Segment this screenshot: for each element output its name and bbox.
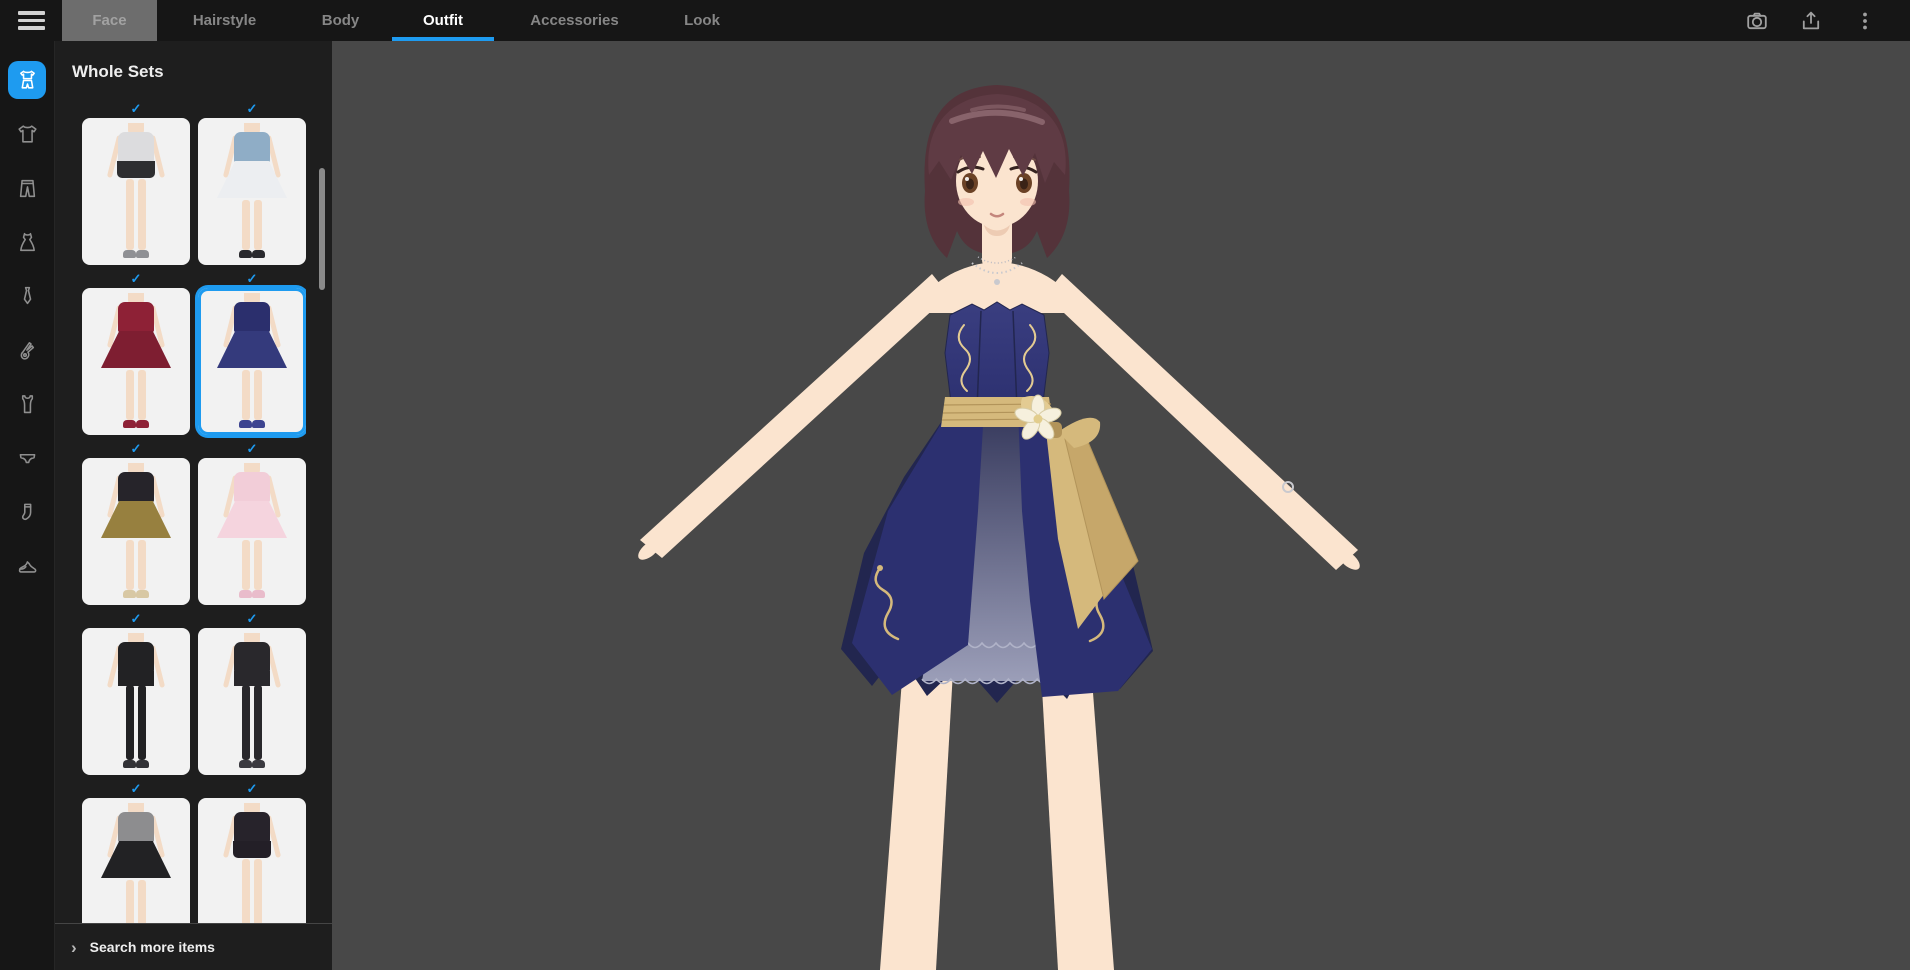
kebab-menu-icon xyxy=(1853,9,1877,33)
outfit-grid: ✓ ✓ ✓ ✓ ✓ ✓ ✓ ✓ ✓ ✓ xyxy=(82,101,306,923)
category-legwear[interactable] xyxy=(8,493,46,531)
top-toolbar: Face Hairstyle Body Outfit Accessories L… xyxy=(0,0,1910,41)
tab-accessories[interactable]: Accessories xyxy=(497,0,652,41)
outfit-thumbnail[interactable] xyxy=(198,118,306,265)
whole-set-icon xyxy=(15,68,40,93)
pants-icon xyxy=(15,176,40,201)
category-rail xyxy=(0,41,55,970)
outfit-item-butler-suit-set[interactable]: ✓ xyxy=(82,101,190,265)
category-shoes[interactable] xyxy=(8,547,46,585)
shoe-icon xyxy=(15,554,40,579)
category-inner-wear[interactable] xyxy=(8,385,46,423)
panel-scrollbar[interactable] xyxy=(319,168,325,290)
chevron-right-icon: › xyxy=(71,939,77,956)
item-check-icon: ✓ xyxy=(82,101,190,116)
blush-right xyxy=(1020,198,1036,206)
hamburger-icon xyxy=(18,11,45,30)
outfit-thumbnail[interactable] xyxy=(82,628,190,775)
camera-button[interactable] xyxy=(1739,3,1775,39)
search-more-items[interactable]: › Search more items xyxy=(55,923,332,970)
outfit-item-navy-gold-evening-dress[interactable]: ✓ xyxy=(198,271,306,435)
tab-body[interactable]: Body xyxy=(292,0,389,41)
pendant xyxy=(994,279,1000,285)
item-check-icon: ✓ xyxy=(198,781,306,796)
tab-hairstyle[interactable]: Hairstyle xyxy=(157,0,292,41)
category-underwear[interactable] xyxy=(8,439,46,477)
camera-icon xyxy=(1745,9,1769,33)
outfit-thumbnail[interactable] xyxy=(198,458,306,605)
outfit-item-pink-frill-dress[interactable]: ✓ xyxy=(198,441,306,605)
outfit-thumbnail[interactable] xyxy=(82,798,190,923)
category-whole-sets[interactable] xyxy=(8,61,46,99)
more-options-button[interactable] xyxy=(1847,3,1883,39)
necktie-icon xyxy=(15,284,40,309)
outfit-thumbnail[interactable] xyxy=(82,458,190,605)
bodice xyxy=(945,302,1049,411)
tab-face[interactable]: Face xyxy=(62,0,157,41)
outfit-item-gray-dress-black-jacket[interactable]: ✓ xyxy=(82,781,190,923)
export-icon xyxy=(1799,9,1823,33)
outfit-item-alice-blue-maid-dress[interactable]: ✓ xyxy=(198,101,306,265)
category-neckwear[interactable] xyxy=(8,277,46,315)
tab-outfit[interactable]: Outfit xyxy=(389,0,497,41)
sock-icon xyxy=(15,500,40,525)
item-check-icon: ✓ xyxy=(198,271,306,286)
left-leg xyxy=(880,653,954,970)
glove-icon xyxy=(15,338,40,363)
outfit-item-black-bodysuit[interactable]: ✓ xyxy=(82,611,190,775)
export-button[interactable] xyxy=(1793,3,1829,39)
outfit-item-black-gold-cocktail-dress[interactable]: ✓ xyxy=(82,441,190,605)
topbar-actions xyxy=(1739,0,1910,41)
tank-top-icon xyxy=(15,392,40,417)
outfit-thumbnail[interactable] xyxy=(198,628,306,775)
category-gloves[interactable] xyxy=(8,331,46,369)
outfit-thumbnail[interactable] xyxy=(82,288,190,435)
outfit-item-black-tactical-set[interactable]: ✓ xyxy=(198,611,306,775)
category-tops[interactable] xyxy=(8,115,46,153)
item-check-icon: ✓ xyxy=(82,781,190,796)
tab-look[interactable]: Look xyxy=(652,0,752,41)
search-more-label: Search more items xyxy=(90,939,215,955)
dress-icon xyxy=(15,230,40,255)
filigree-dot-left xyxy=(877,565,883,571)
item-check-icon: ✓ xyxy=(198,441,306,456)
character-preview xyxy=(332,41,1910,970)
menu-button[interactable] xyxy=(0,0,62,41)
item-check-icon: ✓ xyxy=(82,611,190,626)
item-check-icon: ✓ xyxy=(198,611,306,626)
outfit-thumbnail[interactable] xyxy=(82,118,190,265)
blush-left xyxy=(958,198,974,206)
underwear-icon xyxy=(15,446,40,471)
outfit-thumbnail[interactable] xyxy=(198,798,306,923)
category-bottoms[interactable] xyxy=(8,169,46,207)
outfit-thumbnail[interactable] xyxy=(198,288,306,435)
character-viewport[interactable] xyxy=(332,41,1910,970)
outfit-item-crimson-party-dress[interactable]: ✓ xyxy=(82,271,190,435)
right-leg xyxy=(1040,653,1114,970)
whole-sets-panel: Whole Sets ✓ ✓ ✓ ✓ ✓ ✓ ✓ ✓ ✓ ✓ › Search … xyxy=(55,41,332,970)
panel-title: Whole Sets xyxy=(72,62,332,82)
item-check-icon: ✓ xyxy=(82,271,190,286)
shirt-icon xyxy=(15,122,40,147)
item-check-icon: ✓ xyxy=(198,101,306,116)
outfit-item-black-red-noble-set[interactable]: ✓ xyxy=(198,781,306,923)
category-one-piece[interactable] xyxy=(8,223,46,261)
item-check-icon: ✓ xyxy=(82,441,190,456)
